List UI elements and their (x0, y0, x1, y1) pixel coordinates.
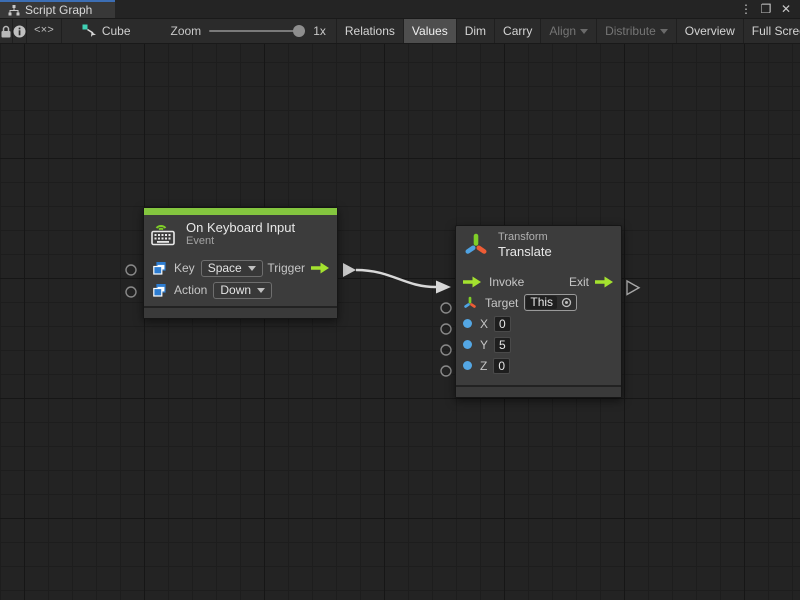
lock-button[interactable] (0, 19, 13, 43)
invoke-input-port[interactable] (436, 281, 451, 294)
y-row: Y 5 (456, 334, 621, 355)
close-icon[interactable]: ✕ (778, 1, 794, 17)
toolbar-toggles: Relations Values Dim Carry Align Distrib… (336, 19, 800, 43)
x-row: X 0 (456, 313, 621, 334)
toolbar-button-values[interactable]: Values (403, 19, 456, 43)
z-input-port[interactable] (441, 366, 451, 376)
event-node-body: Key Space Trigger (144, 254, 337, 306)
event-color-band (144, 208, 337, 215)
event-node-header: On Keyboard Input Event (144, 215, 337, 254)
info-button[interactable] (13, 19, 27, 43)
graph-canvas[interactable]: On Keyboard Input Event Key Space (0, 44, 800, 600)
flow-arrow-icon (595, 276, 613, 288)
translate-node-title: Translate (498, 244, 552, 259)
chevron-down-icon (257, 288, 265, 293)
y-input-port[interactable] (441, 345, 451, 355)
key-row: Key Space Trigger (144, 257, 337, 279)
member-icon (153, 284, 166, 297)
y-label: Y (480, 338, 488, 352)
lock-icon (0, 25, 12, 38)
target-object-field[interactable]: This (524, 294, 577, 311)
translate-node-body: Invoke Exit Target This (456, 265, 621, 385)
graph-context[interactable]: Cube (62, 19, 141, 43)
exit-label: Exit (569, 275, 589, 289)
translate-node-category: Transform (498, 231, 552, 244)
flow-arrow-icon (311, 262, 329, 274)
target-input-port[interactable] (441, 303, 451, 313)
event-node-subtitle: Event (186, 235, 295, 248)
toolbar-button-dim[interactable]: Dim (456, 19, 494, 43)
y-value-field[interactable]: 5 (494, 337, 511, 353)
tab-bar: Script Graph ⋮ ❐ ✕ (0, 0, 800, 19)
zoom-value: 1x (313, 24, 326, 38)
key-input-port[interactable] (126, 265, 136, 275)
trigger-output-port[interactable] (343, 263, 356, 277)
toolbar-button-carry[interactable]: Carry (494, 19, 540, 43)
target-value: This (526, 296, 557, 309)
target-label: Target (485, 296, 518, 310)
toolbar-button-overview[interactable]: Overview (676, 19, 743, 43)
code-icon: <×> (34, 25, 54, 37)
action-label: Action (174, 283, 207, 297)
event-node-title: On Keyboard Input (186, 220, 295, 235)
zoom-slider[interactable] (209, 30, 305, 32)
key-dropdown[interactable]: Space (201, 260, 263, 277)
edit-code-button[interactable]: <×> (27, 19, 62, 43)
value-port-dot (463, 319, 472, 328)
value-port-dot (463, 340, 472, 349)
zoom-control: Zoom 1x (141, 19, 336, 43)
x-value-field[interactable]: 0 (494, 316, 511, 332)
action-input-port[interactable] (126, 287, 136, 297)
object-picker-icon[interactable] (561, 297, 572, 308)
exit-output-port[interactable] (627, 281, 639, 295)
flow-arrow-icon (463, 276, 481, 288)
z-label: Z (480, 359, 487, 373)
toolbar-button-align[interactable]: Align (540, 19, 596, 43)
node-transform-translate[interactable]: Transform Translate Invoke Exit (455, 225, 622, 398)
x-input-port[interactable] (441, 324, 451, 334)
tab-script-graph[interactable]: Script Graph (0, 0, 115, 18)
info-icon (13, 25, 26, 38)
event-node-footer (144, 306, 337, 318)
translate-node-footer (456, 385, 621, 397)
graph-hierarchy-icon (8, 5, 20, 16)
z-value-field[interactable]: 0 (493, 358, 510, 374)
window-controls: ⋮ ❐ ✕ (738, 0, 800, 18)
toolbar-button-distribute[interactable]: Distribute (596, 19, 676, 43)
toolbar-button-fullscreen[interactable]: Full Screen (743, 19, 800, 43)
target-row: Target This (456, 292, 621, 313)
toolbar-button-relations[interactable]: Relations (336, 19, 403, 43)
member-icon (153, 262, 166, 275)
value-port-dot (463, 361, 472, 370)
invoke-label: Invoke (489, 275, 524, 289)
zoom-slider-handle[interactable] (293, 25, 305, 37)
trigger-to-invoke-wire[interactable] (356, 270, 436, 287)
connections-overlay (0, 44, 800, 600)
transform-icon (463, 232, 489, 258)
tabbar-spacer (115, 0, 738, 18)
script-graph-window: Script Graph ⋮ ❐ ✕ <×> (0, 0, 800, 600)
node-on-keyboard-input[interactable]: On Keyboard Input Event Key Space (143, 207, 338, 319)
chevron-down-icon (660, 29, 668, 34)
invoke-row: Invoke Exit (456, 271, 621, 292)
more-menu-icon[interactable]: ⋮ (738, 1, 754, 17)
z-row: Z 0 (456, 355, 621, 376)
graph-pointer-icon (82, 24, 97, 38)
action-row: Action Down (144, 279, 337, 301)
zoom-label: Zoom (171, 24, 202, 38)
trigger-label: Trigger (267, 261, 305, 275)
tab-title: Script Graph (25, 3, 92, 17)
graph-toolbar: <×> Cube Zoom 1x Relations Values Dim Ca… (0, 19, 800, 44)
chevron-down-icon (248, 266, 256, 271)
graph-target-label: Cube (102, 24, 131, 38)
maximize-icon[interactable]: ❐ (758, 1, 774, 17)
action-dropdown[interactable]: Down (213, 282, 272, 299)
translate-node-header: Transform Translate (456, 226, 621, 265)
chevron-down-icon (580, 29, 588, 34)
transform-mini-icon (463, 296, 477, 310)
key-label: Key (174, 261, 195, 275)
x-label: X (480, 317, 488, 331)
keyboard-event-icon (151, 222, 177, 246)
